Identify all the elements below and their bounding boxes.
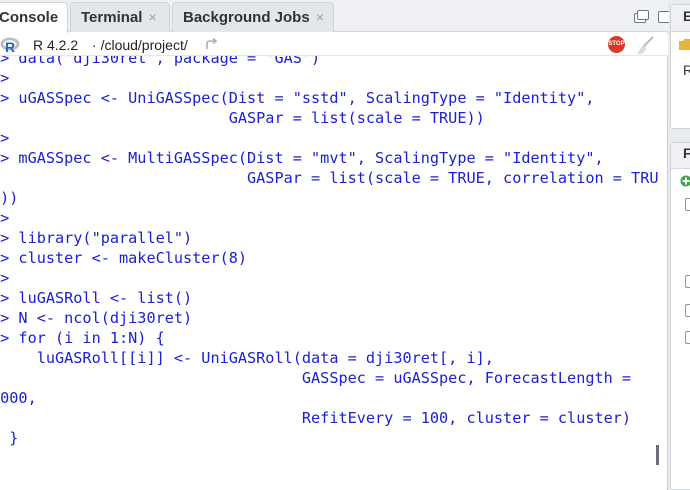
environment-pane-tab-label[interactable]: E [683,8,690,24]
file-row-checkbox[interactable] [685,331,690,344]
console-line: + luGASRoll[[i]] <- UniGASRoll(data = dj… [0,349,494,367]
console-line: E)) [0,189,19,207]
console-line: R> mGASSpec <- MultiGASSpec(Dist = "mvt"… [0,149,604,167]
console-line: R> N <- ncol(dji30ret) [0,309,193,327]
console-line: + GASSpec = uGASSpec, ForecastLength = [0,369,632,387]
close-background-jobs-tab-icon[interactable]: × [316,9,324,25]
file-row-checkbox[interactable] [685,304,690,317]
files-select-checkbox[interactable] [685,198,690,211]
minimize-pane-icon[interactable] [634,10,650,24]
console-line: + GASPar = list(scale = TRUE)) [0,109,485,127]
console-scrollbar[interactable] [656,445,659,465]
tab-background-jobs-label: Background Jobs [183,9,310,26]
console-line: R> [0,209,10,227]
clear-console-broom-icon[interactable] [634,35,656,55]
path-separator: · [92,37,97,53]
tab-terminal-label: Terminal [81,9,143,26]
working-directory-text: /cloud/project/ [100,37,188,53]
console-line: R> library("parallel") [0,229,193,247]
tab-bar: Console Terminal × Background Jobs × [0,0,672,33]
tab-background-jobs[interactable]: Background Jobs × [172,2,334,32]
console-line: R> for (i in 1:N) { [0,329,165,347]
console-line: + } [0,429,19,447]
svg-text:R: R [5,39,15,53]
working-directory-path: · /cloud/project/ [92,37,188,53]
console-line: R> uGASSpec <- UniGASSpec(Dist = "sstd",… [0,89,595,107]
r-logo-icon: R [0,37,20,53]
tab-console-label: Console [0,9,59,26]
console-output[interactable]: R> data("dji30ret", package = "GAS") R> … [0,56,660,490]
close-terminal-tab-icon[interactable]: × [148,9,156,25]
console-line: R> luGASRoll <- list() [0,289,193,307]
environment-row-label: R [683,62,690,78]
files-pane-tab-label[interactable]: F [683,145,690,161]
console-line: + RefitEvery = 100, cluster = cluster) [0,409,632,427]
console-pane: Console Terminal × Background Jobs × R R 4… [0,0,672,490]
tab-console[interactable]: Console [0,2,68,33]
tab-terminal[interactable]: Terminal × [70,2,170,32]
go-to-directory-icon[interactable] [205,37,219,51]
console-line: R> cluster <- makeCluster(8) [0,249,248,267]
console-line: R> [0,269,10,287]
stop-icon[interactable]: STOP [608,36,625,53]
r-version-label: R 4.2.2 [33,37,79,53]
console-line: R> [0,129,10,147]
console-toolbar: R R 4.2.2 · /cloud/project/ STOP [0,33,668,56]
console-line: R> [0,69,10,87]
file-row-checkbox[interactable] [685,275,690,288]
console-line: + GASPar = list(scale = TRUE, correlatio… [0,169,659,187]
console-line: 3000, [0,389,37,407]
add-icon[interactable] [680,175,690,187]
folder-icon[interactable] [679,37,690,51]
console-line: R> data("dji30ret", package = "GAS") [0,56,321,67]
